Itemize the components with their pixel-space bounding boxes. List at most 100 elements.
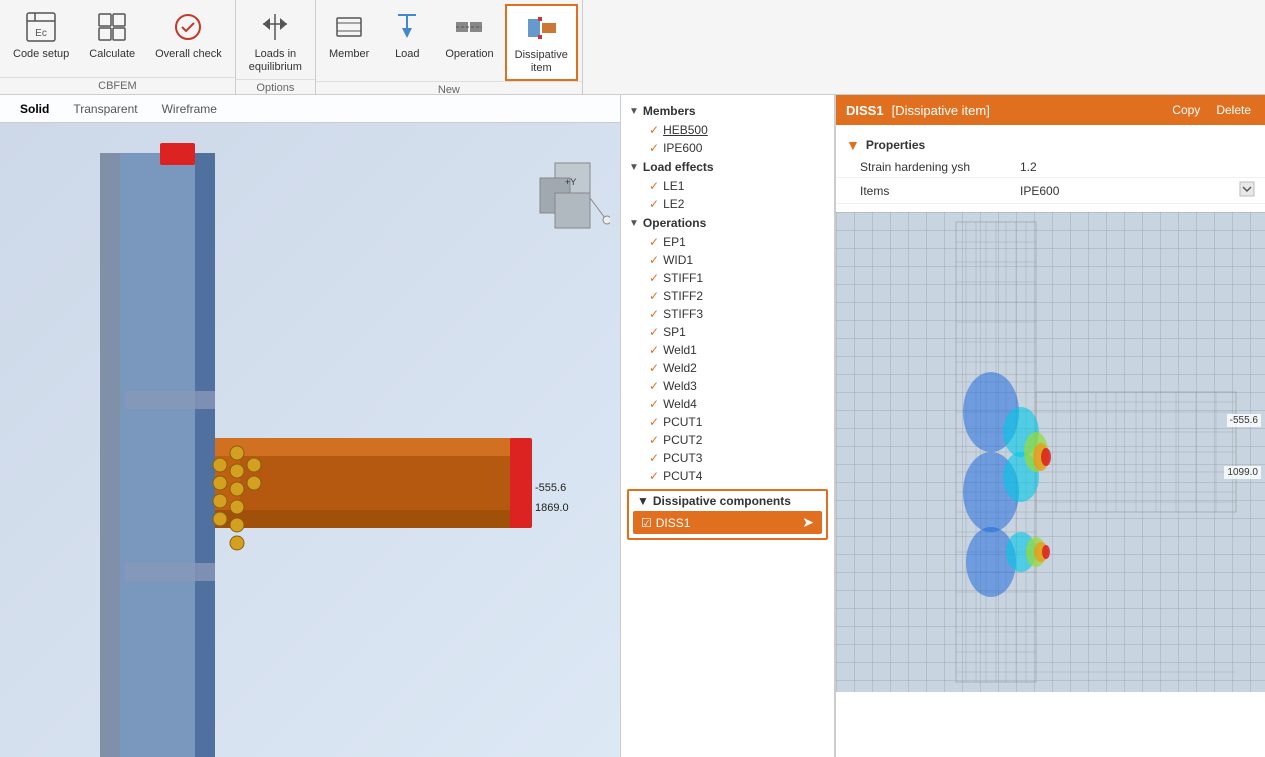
load-effects-section-header[interactable]: ▼ Load effects — [621, 157, 834, 177]
load-icon — [389, 9, 425, 45]
member-label: Member — [329, 48, 369, 61]
pcut1-label: PCUT1 — [663, 415, 702, 429]
dissipative-item-icon — [523, 10, 559, 46]
diss1-item[interactable]: ☑ DISS1 ➤ — [633, 511, 822, 534]
member-item-ipe600[interactable]: ✓ IPE600 — [621, 139, 834, 157]
props-section-label[interactable]: ▼ Properties — [836, 133, 1265, 157]
operations-label: Operations — [643, 216, 706, 230]
items-row: Items IPE600 — [836, 178, 1265, 204]
check-icon: ✓ — [649, 433, 659, 447]
dissipative-header[interactable]: ▼ Dissipative components — [629, 491, 826, 511]
member-label-heb500: HEB500 — [663, 123, 708, 137]
dissipative-label: Dissipative components — [653, 494, 791, 508]
le2-label: LE2 — [663, 197, 684, 211]
members-section-header[interactable]: ▼ Members — [621, 101, 834, 121]
weld1-item[interactable]: ✓ Weld1 — [621, 341, 834, 359]
transparent-view-button[interactable]: Transparent — [63, 100, 147, 118]
check-icon: ✓ — [649, 361, 659, 375]
copy-button[interactable]: Copy — [1168, 101, 1204, 119]
toolbar: Ec Code setup Calculate — [0, 0, 1265, 95]
overall-check-button[interactable]: Overall check — [146, 4, 231, 66]
check-icon: ✓ — [649, 123, 659, 137]
items-label: Items — [860, 184, 1020, 198]
check-icon: ✓ — [649, 235, 659, 249]
member-button[interactable]: Member — [320, 4, 378, 66]
delete-button[interactable]: Delete — [1212, 101, 1255, 119]
loads-equilibrium-label: Loads inequilibrium — [249, 48, 302, 74]
preview-mesh: -555.6 1099.0 — [836, 212, 1265, 692]
dissipative-section: ▼ Dissipative components ☑ DISS1 ➤ — [627, 489, 828, 540]
weld1-label: Weld1 — [663, 343, 697, 357]
tree-panel: ▼ Members ✓ HEB500 ✓ IPE600 ▼ Load effec… — [620, 95, 835, 757]
code-setup-label: Code setup — [13, 48, 69, 61]
pcut2-item[interactable]: ✓ PCUT2 — [621, 431, 834, 449]
diss1-arrow: ➤ — [802, 514, 814, 531]
view-gizmo[interactable]: +Y — [535, 158, 610, 233]
stiff3-item[interactable]: ✓ STIFF3 — [621, 305, 834, 323]
weld2-item[interactable]: ✓Weld2 — [621, 359, 834, 377]
member-label-ipe600: IPE600 — [663, 141, 702, 155]
members-label: Members — [643, 104, 696, 118]
check-icon: ✓ — [649, 415, 659, 429]
wid1-item[interactable]: ✓WID1 — [621, 251, 834, 269]
code-setup-icon: Ec — [23, 9, 59, 45]
diss1-check: ☑ — [641, 516, 652, 530]
diss1-label: DISS1 — [656, 516, 691, 530]
sp1-label: SP1 — [663, 325, 686, 339]
props-header: DISS1 [Dissipative item] Copy Delete — [836, 95, 1265, 125]
cbfem-label: CBFEM — [0, 77, 235, 94]
ep1-item[interactable]: ✓ EP1 — [621, 233, 834, 251]
load-effects-list: ✓ LE1 ✓ LE2 — [621, 177, 834, 213]
code-setup-button[interactable]: Ec Code setup — [4, 4, 78, 66]
operations-section-header[interactable]: ▼ Operations — [621, 213, 834, 233]
load-button[interactable]: Load — [380, 4, 434, 66]
overall-check-label: Overall check — [155, 48, 222, 61]
stiff2-item[interactable]: ✓STIFF2 — [621, 287, 834, 305]
toolbar-section-options: Loads inequilibrium Options — [236, 0, 316, 94]
operation-button[interactable]: Operation — [436, 4, 502, 66]
items-select-icon[interactable] — [1239, 181, 1255, 200]
sp1-item[interactable]: ✓SP1 — [621, 323, 834, 341]
load-effects-label: Load effects — [643, 160, 714, 174]
stiff3-label: STIFF3 — [663, 307, 703, 321]
dissipative-arrow: ▼ — [637, 494, 649, 508]
items-value: IPE600 — [1020, 184, 1239, 198]
svg-text:Ec: Ec — [35, 28, 47, 39]
weld3-item[interactable]: ✓Weld3 — [621, 377, 834, 395]
props-body: ▼ Properties Strain hardening ysh 1.2 It… — [836, 125, 1265, 757]
overall-check-icon — [170, 9, 206, 45]
wireframe-view-button[interactable]: Wireframe — [152, 100, 227, 118]
load-effects-arrow: ▼ — [629, 162, 639, 173]
props-section-arrow: ▼ — [846, 137, 860, 153]
main-area: Solid Transparent Wireframe — [0, 95, 1265, 757]
view-strip: Solid Transparent Wireframe — [0, 95, 620, 123]
dissipative-item-button[interactable]: Dissipativeitem — [505, 4, 578, 81]
check-icon: ✓ — [649, 307, 659, 321]
pcut3-item[interactable]: ✓PCUT3 — [621, 449, 834, 467]
preview-label-2: 1099.0 — [1224, 466, 1261, 479]
viewport-3d: -555.6 1869.0 +Y — [0, 123, 620, 757]
member-icon — [331, 9, 367, 45]
viewport[interactable]: Solid Transparent Wireframe — [0, 95, 620, 757]
pcut4-item[interactable]: ✓PCUT4 — [621, 467, 834, 485]
le1-item[interactable]: ✓ LE1 — [621, 177, 834, 195]
loads-equilibrium-button[interactable]: Loads inequilibrium — [240, 4, 311, 79]
check-icon: ✓ — [649, 197, 659, 211]
pcut2-label: PCUT2 — [663, 433, 702, 447]
member-item-heb500[interactable]: ✓ HEB500 — [621, 121, 834, 139]
ep1-label: EP1 — [663, 235, 686, 249]
check-icon: ✓ — [649, 343, 659, 357]
stiff1-item[interactable]: ✓STIFF1 — [621, 269, 834, 287]
members-arrow: ▼ — [629, 106, 639, 117]
calculate-icon — [94, 9, 130, 45]
check-icon: ✓ — [649, 379, 659, 393]
props-type: [Dissipative item] — [892, 103, 990, 118]
pcut1-item[interactable]: ✓ PCUT1 — [621, 413, 834, 431]
calculate-button[interactable]: Calculate — [80, 4, 144, 66]
svg-text:-555.6: -555.6 — [535, 482, 566, 494]
le2-item[interactable]: ✓ LE2 — [621, 195, 834, 213]
weld4-item[interactable]: ✓Weld4 — [621, 395, 834, 413]
check-icon: ✓ — [649, 253, 659, 267]
check-icon: ✓ — [649, 141, 659, 155]
solid-view-button[interactable]: Solid — [10, 100, 59, 118]
